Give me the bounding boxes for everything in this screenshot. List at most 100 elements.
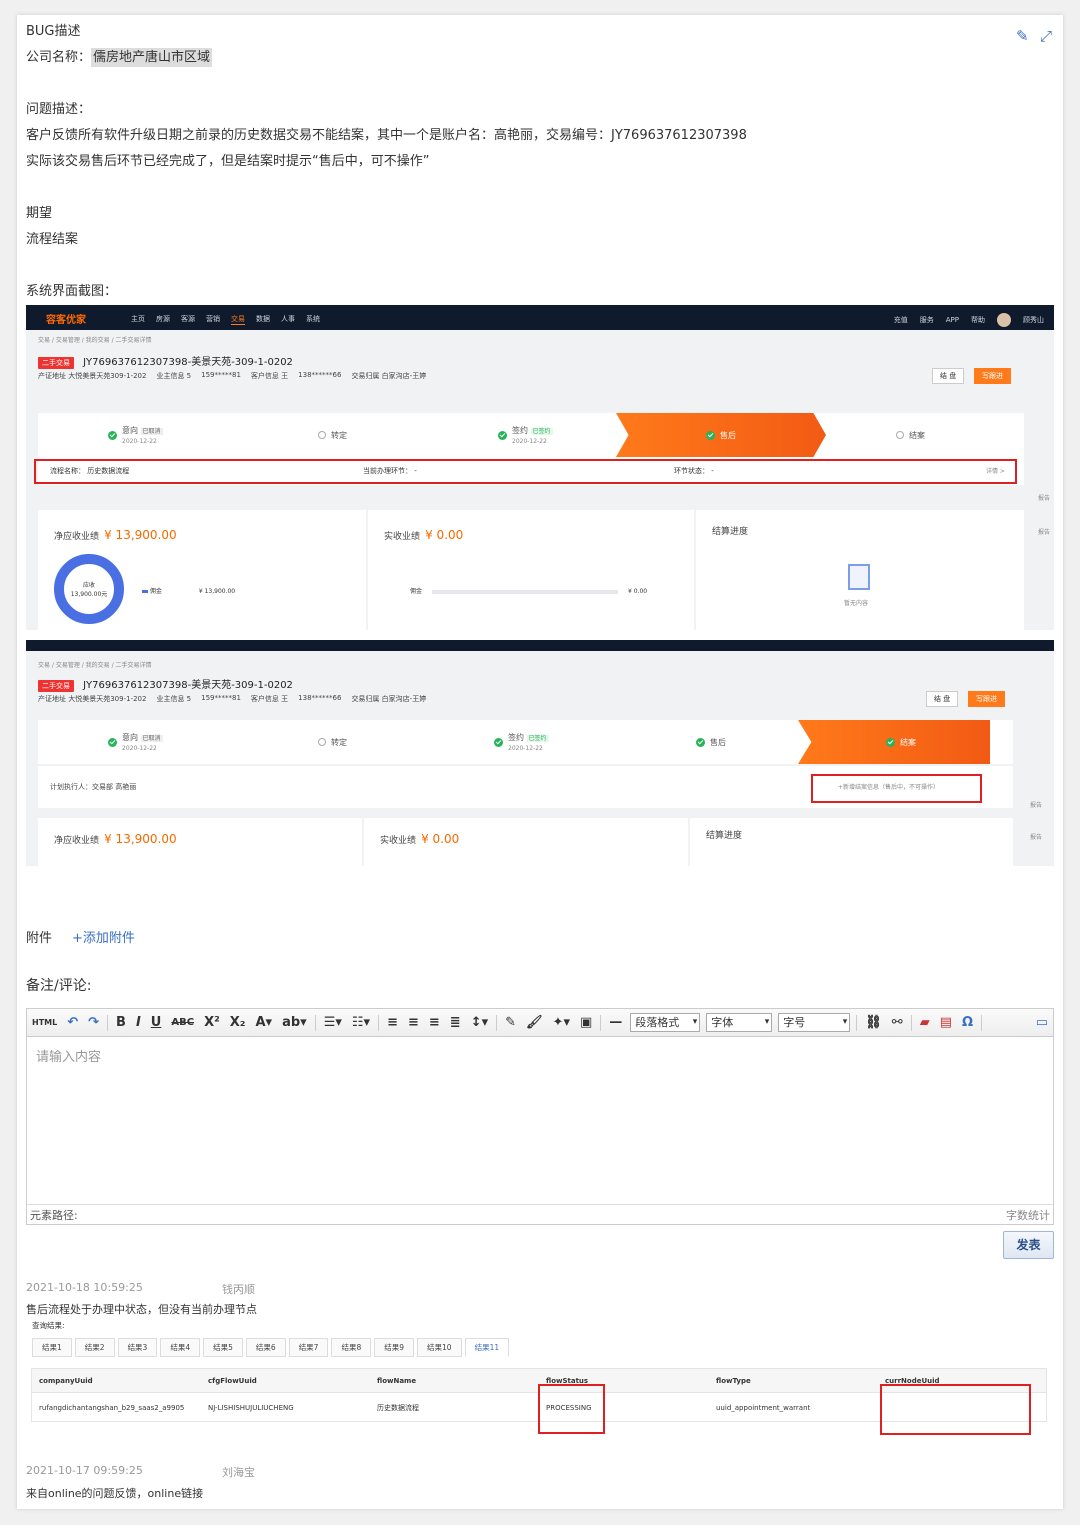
system-screenshot-2: 交易 / 交易管理 / 我的交易 / 二手交易详情 二手交易 JY7696376…: [26, 640, 1054, 866]
ordered-list-icon[interactable]: ☰▾: [324, 1015, 342, 1030]
info-attribution: 交易归属 白家沟店-王婷: [351, 372, 427, 380]
nav-item-active[interactable]: 交易: [231, 314, 245, 325]
expect-value: 流程结案: [26, 232, 79, 247]
link-icon[interactable]: ⛓: [865, 1015, 882, 1030]
nav-item[interactable]: 主页: [131, 314, 145, 325]
editor-status-bar: 元素路径: 字数统计: [27, 1204, 1053, 1224]
fullscreen-editor-icon[interactable]: ▭: [1036, 1015, 1048, 1030]
circle-icon: [896, 431, 904, 439]
empty-icon: [848, 564, 870, 590]
unlink-icon[interactable]: ⚯: [892, 1015, 903, 1030]
highlight-box: [34, 459, 1017, 484]
nav-item[interactable]: 客源: [181, 314, 195, 325]
settle-button[interactable]: 结 盘: [932, 368, 965, 384]
strikethrough-icon[interactable]: ABC: [171, 1017, 194, 1028]
step-close: 结案: [896, 413, 925, 457]
multi-image-icon[interactable]: ▤: [940, 1015, 952, 1030]
result-tab[interactable]: 结果2: [74, 1338, 115, 1357]
align-justify-icon[interactable]: ≣: [450, 1015, 461, 1030]
unordered-list-icon[interactable]: ☷▾: [352, 1015, 370, 1030]
nav-item[interactable]: 房源: [156, 314, 170, 325]
app-link[interactable]: APP: [946, 316, 959, 324]
comment-time: 2021-10-18 10:59:25: [26, 1281, 143, 1294]
problem-line-2: 实际该交易售后环节已经完成了，但是结案时提示“售后中，可不操作”: [26, 154, 430, 169]
horizontal-rule-icon[interactable]: —: [609, 1015, 622, 1030]
nav-item[interactable]: 人事: [281, 314, 295, 325]
side-report-1[interactable]: 报告: [1038, 493, 1050, 502]
follow-button[interactable]: 写跟进: [974, 368, 1011, 384]
nav-item[interactable]: 系统: [306, 314, 320, 325]
align-right-icon[interactable]: ≡: [429, 1015, 440, 1030]
result-tab[interactable]: 结果9: [374, 1338, 415, 1357]
highlight-flowstatus: [538, 1384, 605, 1434]
nav-item[interactable]: 数据: [256, 314, 270, 325]
font-color-icon[interactable]: A▾: [256, 1015, 273, 1030]
app-nav: 主页 房源 客源 营销 交易 数据 人事 系统: [131, 314, 320, 325]
avatar[interactable]: [997, 313, 1011, 327]
undo-icon[interactable]: ↶: [67, 1015, 78, 1030]
image-icon[interactable]: ▰: [920, 1015, 930, 1030]
result-tab[interactable]: 结果10: [417, 1338, 462, 1357]
result-tab[interactable]: 结果5: [203, 1338, 243, 1357]
section-title: BUG描述: [26, 24, 81, 39]
editor-placeholder[interactable]: 请输入内容: [36, 1046, 101, 1065]
submit-button[interactable]: 发表: [1003, 1231, 1054, 1259]
line-height-icon[interactable]: ↕▾: [471, 1015, 488, 1030]
align-left-icon[interactable]: ≡: [387, 1015, 398, 1030]
bold-icon[interactable]: B: [116, 1015, 126, 1030]
service-link[interactable]: 服务: [920, 315, 934, 325]
result-tab[interactable]: 结果1: [32, 1338, 72, 1357]
result-tab-active[interactable]: 结果11: [464, 1338, 510, 1357]
superscript-icon[interactable]: X²: [204, 1015, 220, 1030]
problem-line-1: 客户反馈所有软件升级日期之前录的历史数据交易不能结案，其中一个是账户名：高艳丽，…: [26, 128, 747, 143]
company-label: 公司名称：: [26, 50, 92, 65]
underline-icon[interactable]: U: [151, 1015, 162, 1030]
follow-button-2[interactable]: 写跟进: [968, 691, 1005, 707]
side-report-2[interactable]: 报告: [1038, 527, 1050, 536]
deal-info-2: 产证地址 大悦美景天苑309-1-202 业主信息 5 159*****81 客户信息…: [38, 694, 427, 703]
format-brush-icon[interactable]: 🖌: [526, 1015, 543, 1030]
align-center-icon[interactable]: ≡: [408, 1015, 419, 1030]
attach-label: 附件: [26, 931, 53, 946]
paste-icon[interactable]: ▣: [580, 1015, 592, 1030]
result-tab[interactable]: 结果4: [160, 1338, 201, 1357]
help-link[interactable]: 帮助: [971, 315, 985, 325]
rich-text-editor: HTML ↶ ↷ B I U ABC X² X₂ A▾ ab▾ ☰▾ ☷▾ ≡ …: [26, 1008, 1054, 1225]
element-path: 元素路径:: [30, 1209, 78, 1222]
editor-toolbar: HTML ↶ ↷ B I U ABC X² X₂ A▾ ab▾ ☰▾ ☷▾ ≡ …: [27, 1009, 1053, 1037]
result-tab[interactable]: 结果7: [288, 1338, 329, 1357]
user-name[interactable]: 顾秀山: [1023, 315, 1044, 325]
nav-item[interactable]: 营销: [206, 314, 220, 325]
special-char-icon[interactable]: Ω: [962, 1015, 973, 1030]
add-attachment-link[interactable]: +添加附件: [72, 930, 135, 948]
edit-icon[interactable]: ✎: [1016, 27, 1029, 45]
font-select[interactable]: 字体: [706, 1013, 773, 1032]
recharge-link[interactable]: 充值: [894, 315, 908, 325]
paragraph-format-select[interactable]: 段落格式: [630, 1013, 701, 1032]
highlight-color-icon[interactable]: ab▾: [282, 1015, 307, 1030]
fullscreen-icon[interactable]: ⤢: [1040, 27, 1052, 45]
highlight-currnode: [880, 1384, 1031, 1435]
query-label: 查询结果:: [32, 1321, 65, 1330]
company-value: 儒房地产唐山市区域: [91, 48, 213, 67]
settle-button-2[interactable]: 结 盘: [926, 691, 959, 707]
empty-text: 暂无内容: [844, 600, 869, 607]
result-tab[interactable]: 结果6: [245, 1338, 286, 1357]
result-tab[interactable]: 结果8: [331, 1338, 372, 1357]
eraser-icon[interactable]: ✎: [505, 1015, 516, 1030]
italic-icon[interactable]: I: [136, 1015, 141, 1030]
breadcrumb: 交易 / 交易管理 / 我的交易 / 二手交易详情: [38, 337, 152, 344]
auto-format-icon[interactable]: ✦▾: [553, 1015, 570, 1030]
comment-label: 备注/评论:: [26, 978, 92, 994]
screenshot-label: 系统界面截图：: [26, 284, 118, 299]
step-intent: 意向 已取消 2020-12-22: [108, 413, 163, 457]
comment-time: 2021-10-17 09:59:25: [26, 1464, 143, 1477]
subscript-icon[interactable]: X₂: [230, 1015, 246, 1030]
result-tab[interactable]: 结果3: [117, 1338, 158, 1357]
app-logo: 容客优家: [46, 315, 86, 326]
redo-icon[interactable]: ↷: [88, 1015, 99, 1030]
expect-label: 期望: [26, 206, 53, 221]
info-owner: 业主信息 5: [156, 372, 192, 380]
font-size-select[interactable]: 字号: [778, 1013, 851, 1032]
html-button[interactable]: HTML: [32, 1018, 57, 1027]
